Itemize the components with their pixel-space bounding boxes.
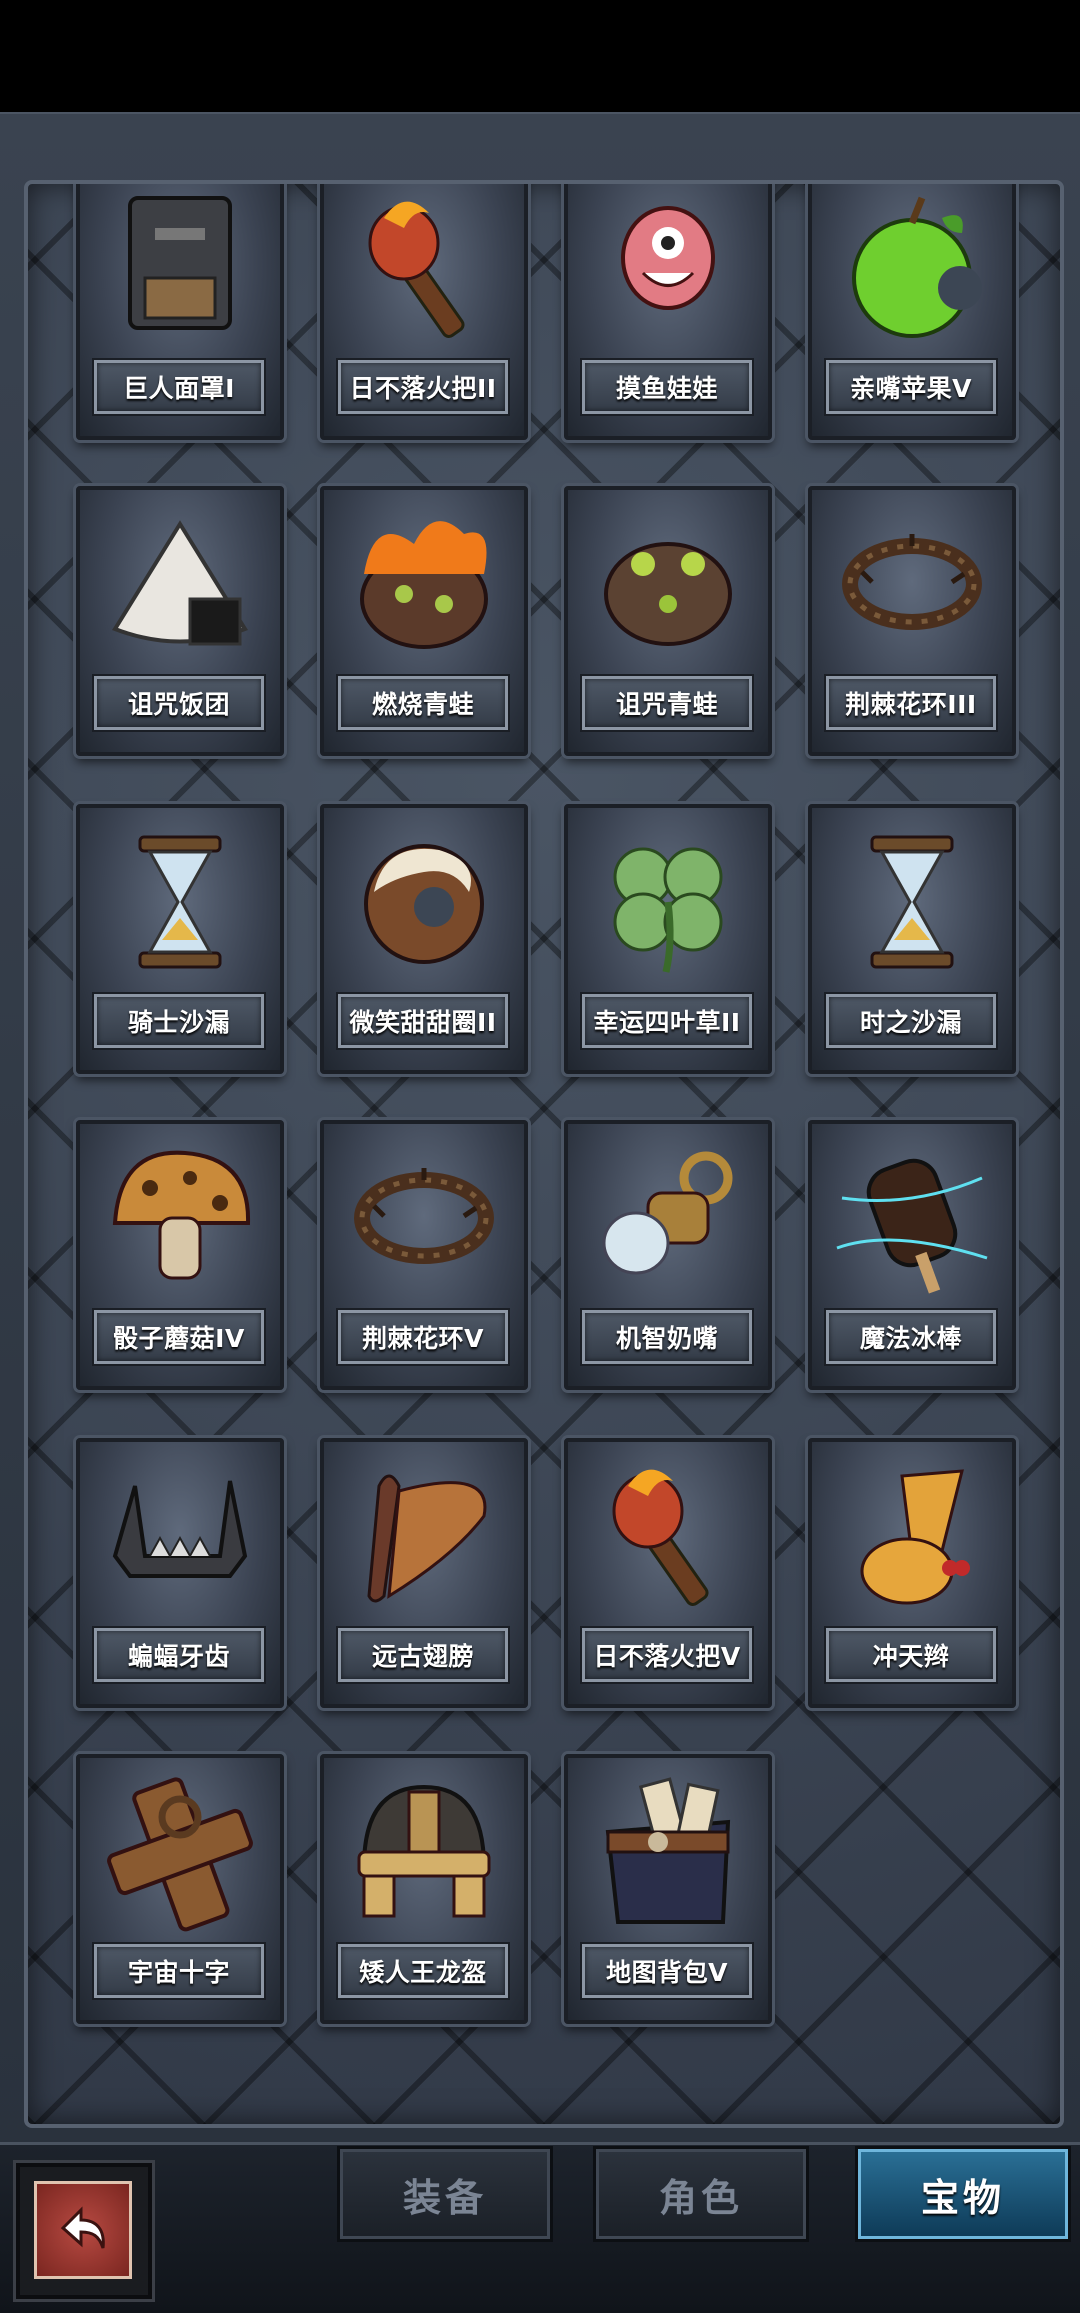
treasure-card[interactable]: 微笑甜甜圈II <box>320 804 528 1074</box>
treasure-name: 幸运四叶草II <box>582 994 752 1048</box>
treasure-name: 魔法冰棒 <box>826 1310 996 1364</box>
rice-ball-icon <box>100 504 260 664</box>
burning-frog-icon <box>344 504 504 664</box>
cross-icon <box>100 1772 260 1932</box>
treasure-card[interactable]: 摸鱼娃娃 <box>564 184 772 440</box>
treasure-card[interactable]: 日不落火把II <box>320 184 528 440</box>
treasure-card[interactable]: 亲嘴苹果V <box>808 184 1016 440</box>
thorn-wreath-icon <box>832 504 992 664</box>
treasure-name: 地图背包V <box>582 1944 752 1998</box>
donut-icon <box>344 822 504 982</box>
treasure-name: 蝙蝠牙齿 <box>94 1628 264 1682</box>
treasure-name: 巨人面罩I <box>94 360 264 414</box>
treasure-card[interactable]: 魔法冰棒 <box>808 1120 1016 1390</box>
helmet-icon <box>344 1772 504 1932</box>
treasure-card[interactable]: 荆棘花环III <box>808 486 1016 756</box>
torch-icon <box>344 188 504 348</box>
treasure-name: 荆棘花环V <box>338 1310 508 1364</box>
treasure-card[interactable]: 蝙蝠牙齿 <box>76 1438 284 1708</box>
map-bag-icon <box>588 1772 748 1932</box>
treasure-card[interactable]: 日不落火把V <box>564 1438 772 1708</box>
treasure-name: 荆棘花环III <box>826 676 996 730</box>
treasure-name: 日不落火把V <box>582 1628 752 1682</box>
treasure-card[interactable]: 宇宙十字 <box>76 1754 284 2024</box>
treasure-name: 时之沙漏 <box>826 994 996 1048</box>
pacifier-icon <box>588 1138 748 1298</box>
giant-mask-icon <box>100 188 260 348</box>
status-bar <box>0 0 1080 112</box>
torch-icon <box>588 1456 748 1616</box>
treasure-card[interactable]: 燃烧青蛙 <box>320 486 528 756</box>
doll-icon <box>588 188 748 348</box>
treasure-name: 骑士沙漏 <box>94 994 264 1048</box>
treasure-card[interactable]: 诅咒青蛙 <box>564 486 772 756</box>
back-arrow-icon <box>34 2181 132 2279</box>
treasure-card[interactable]: 荆棘花环V <box>320 1120 528 1390</box>
mushroom-icon <box>100 1138 260 1298</box>
treasure-name: 冲天辫 <box>826 1628 996 1682</box>
tab-equipment[interactable]: 装备 <box>340 2149 550 2239</box>
treasure-card[interactable]: 矮人王龙盔 <box>320 1754 528 2024</box>
treasure-card[interactable]: 冲天辫 <box>808 1438 1016 1708</box>
bottom-navigation: 装备 角色 宝物 <box>0 2142 1080 2313</box>
bat-teeth-icon <box>100 1456 260 1616</box>
tab-character[interactable]: 角色 <box>596 2149 806 2239</box>
hourglass-icon <box>100 822 260 982</box>
treasure-card[interactable]: 诅咒饭团 <box>76 486 284 756</box>
treasure-card[interactable]: 巨人面罩I <box>76 184 284 440</box>
tab-treasure[interactable]: 宝物 <box>858 2149 1068 2239</box>
apple-icon <box>832 188 992 348</box>
treasure-name: 诅咒青蛙 <box>582 676 752 730</box>
treasure-name: 矮人王龙盔 <box>338 1944 508 1998</box>
treasure-card[interactable]: 地图背包V <box>564 1754 772 2024</box>
hourglass-icon <box>832 822 992 982</box>
treasure-name: 燃烧青蛙 <box>338 676 508 730</box>
treasure-name: 亲嘴苹果V <box>826 360 996 414</box>
thorn-wreath-icon <box>344 1138 504 1298</box>
treasure-card[interactable]: 远古翅膀 <box>320 1438 528 1708</box>
treasure-card[interactable]: 骰子蘑菇IV <box>76 1120 284 1390</box>
treasure-name: 摸鱼娃娃 <box>582 360 752 414</box>
treasure-name: 宇宙十字 <box>94 1944 264 1998</box>
clover-icon <box>588 822 748 982</box>
treasure-card[interactable]: 机智奶嘴 <box>564 1120 772 1390</box>
wing-icon <box>344 1456 504 1616</box>
treasure-name: 骰子蘑菇IV <box>94 1310 264 1364</box>
treasure-name: 日不落火把II <box>338 360 508 414</box>
treasure-name: 机智奶嘴 <box>582 1310 752 1364</box>
back-button[interactable] <box>16 2163 152 2299</box>
treasure-card[interactable]: 幸运四叶草II <box>564 804 772 1074</box>
cursed-frog-icon <box>588 504 748 664</box>
treasure-name: 微笑甜甜圈II <box>338 994 508 1048</box>
treasure-grid: 巨人面罩I 日不落火把II 摸鱼娃娃 亲嘴苹果V 诅咒饭团 燃烧青蛙 诅咒青蛙 荆棘花环III… <box>24 180 1064 2128</box>
popsicle-icon <box>832 1138 992 1298</box>
treasure-card[interactable]: 时之沙漏 <box>808 804 1016 1074</box>
treasure-name: 诅咒饭团 <box>94 676 264 730</box>
treasure-name: 远古翅膀 <box>338 1628 508 1682</box>
treasure-card[interactable]: 骑士沙漏 <box>76 804 284 1074</box>
pigtail-icon <box>832 1456 992 1616</box>
